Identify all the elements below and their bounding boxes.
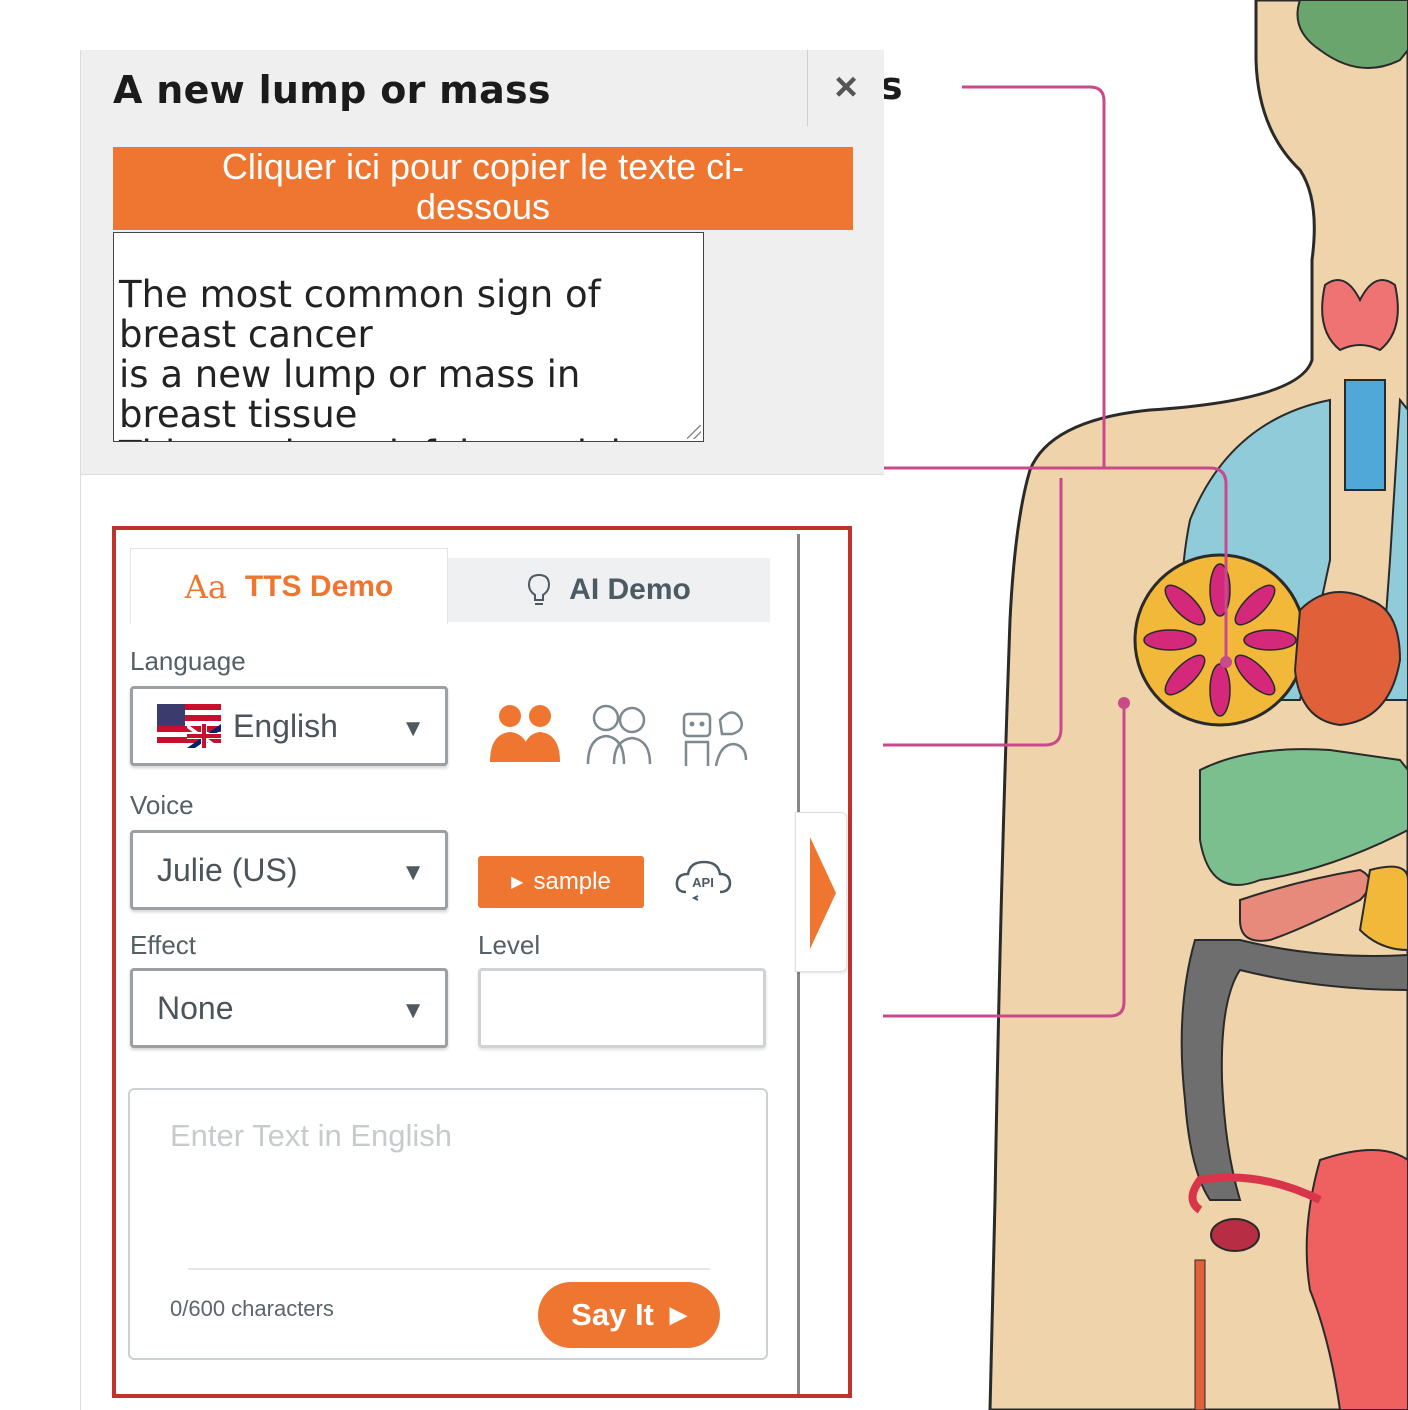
tab-tts-demo[interactable]: Aa TTS Demo <box>130 548 448 624</box>
adult-voices-icon[interactable] <box>488 700 562 764</box>
connector-dot-breast <box>1220 656 1232 668</box>
language-label: Language <box>130 646 246 676</box>
say-it-label: Say It <box>571 1297 654 1332</box>
sample-button-label: sample <box>533 868 611 895</box>
font-aa-icon: Aa <box>184 567 227 606</box>
effect-value: None <box>157 989 234 1026</box>
level-input[interactable] <box>478 968 766 1048</box>
us-uk-flag-icon <box>157 704 221 748</box>
tab-ai-demo-label: AI Demo <box>569 573 691 606</box>
child-voices-icon[interactable] <box>582 700 656 766</box>
voice-label: Voice <box>130 790 194 820</box>
chevron-down-icon: ▼ <box>401 859 425 886</box>
popup-title: A new lump or mass <box>113 68 551 112</box>
chevron-down-icon: ▼ <box>401 997 425 1024</box>
api-icon-text: API <box>692 875 714 890</box>
voice-select[interactable]: Julie (US) ▼ <box>130 830 448 910</box>
chevron-right-icon <box>810 837 836 949</box>
trachea-shape <box>1344 379 1386 491</box>
play-icon: ▶ <box>511 874 524 891</box>
api-cloud-icon[interactable]: API <box>674 854 732 902</box>
ovary-shape <box>1210 1218 1260 1252</box>
chevron-down-icon: ▼ <box>401 715 425 742</box>
copy-textarea-content: The most common sign of breast cancer is… <box>119 273 694 442</box>
tts-divider <box>188 1268 710 1270</box>
tts-widget-highlight: Aa TTS Demo AI Demo Language English ▼ V… <box>112 526 852 1398</box>
close-icon[interactable]: × <box>823 64 869 110</box>
copy-text-button[interactable]: Cliquer ici pour copier le texte ci-dess… <box>113 147 853 230</box>
close-divider <box>807 50 808 126</box>
tab-tts-demo-label: TTS Demo <box>244 569 394 603</box>
voice-value: Julie (US) <box>157 851 298 888</box>
connector-dot-lower <box>1118 697 1130 709</box>
page: s A new lump or mass × Cliquer ici pour … <box>0 0 1408 1410</box>
lightbulb-icon <box>528 573 551 605</box>
tts-text-box[interactable]: Enter Text in English 0/600 characters S… <box>128 1088 768 1360</box>
tab-ai-demo[interactable]: AI Demo <box>448 558 770 622</box>
popup-header: A new lump or mass × Cliquer ici pour co… <box>81 50 884 475</box>
character-voices-icon[interactable] <box>676 700 754 768</box>
language-select[interactable]: English ▼ <box>130 686 448 766</box>
play-icon: ▶ <box>669 1302 687 1327</box>
character-count: 0/600 characters <box>170 1296 334 1321</box>
expand-panel-button[interactable] <box>795 812 847 972</box>
effect-label: Effect <box>130 930 197 960</box>
resize-grip-icon[interactable] <box>687 425 701 439</box>
say-it-button[interactable]: Say It ▶ <box>538 1282 720 1348</box>
effect-select[interactable]: None ▼ <box>130 968 448 1048</box>
copy-textarea[interactable]: The most common sign of breast cancer is… <box>113 232 704 442</box>
vessel-shape <box>1194 1259 1206 1410</box>
tts-widget: Aa TTS Demo AI Demo Language English ▼ V… <box>128 534 800 1394</box>
level-label: Level <box>478 930 541 960</box>
language-value: English <box>233 707 338 744</box>
tts-text-input[interactable]: Enter Text in English <box>170 1118 452 1154</box>
sample-button[interactable]: ▶ sample <box>478 856 644 908</box>
